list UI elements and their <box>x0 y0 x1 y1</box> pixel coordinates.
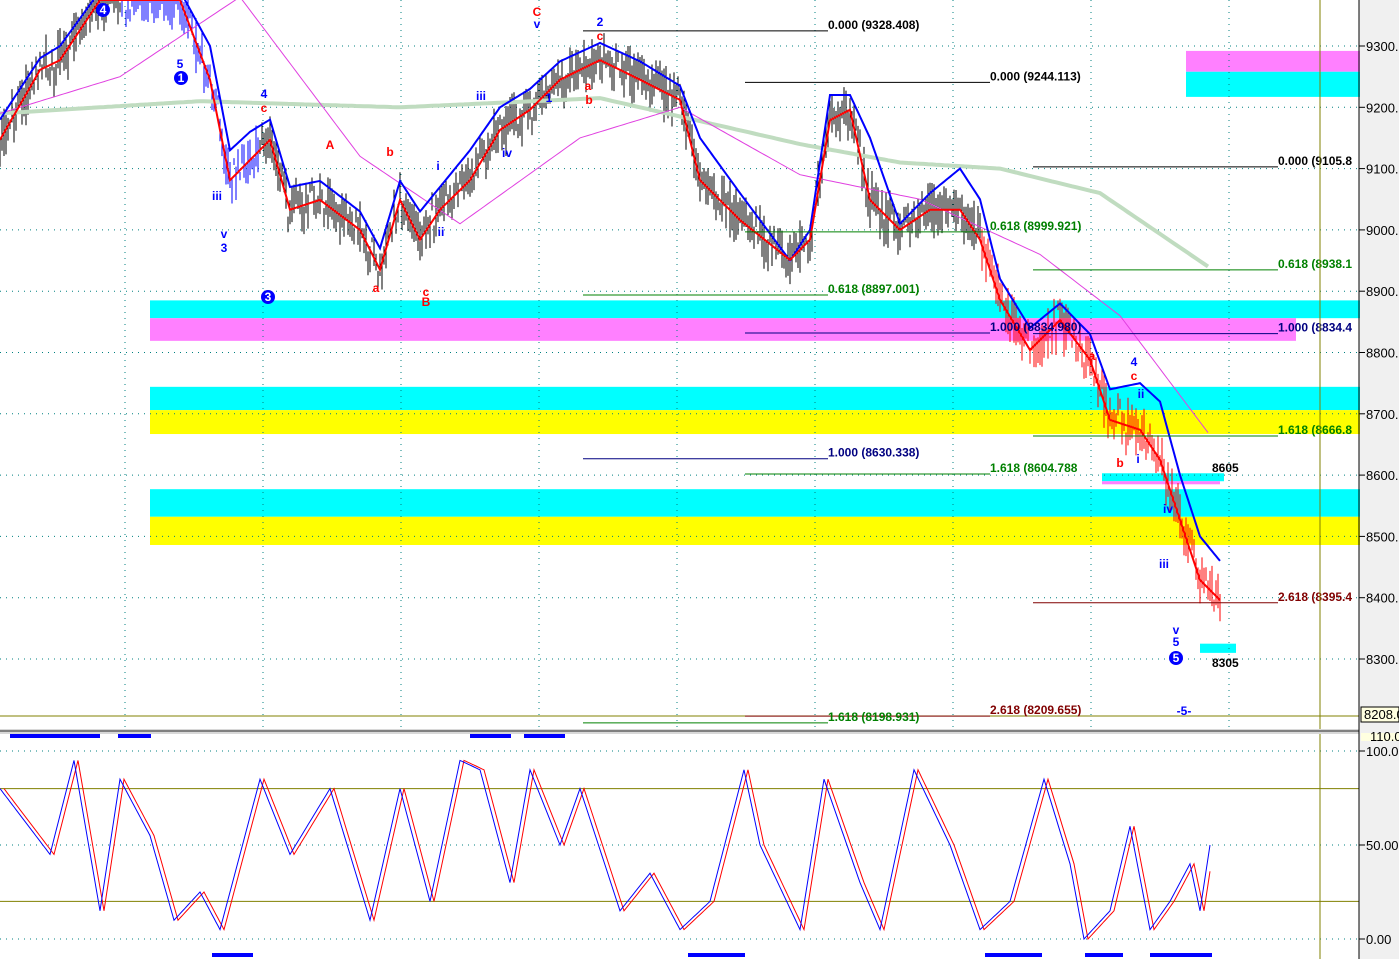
grid-layer <box>0 0 1359 727</box>
wave-label: c <box>261 101 268 115</box>
price-tick-label: 8400. <box>1366 591 1399 606</box>
wave-label: b <box>386 145 393 159</box>
wave-label: v <box>534 17 541 31</box>
wave-label: b <box>1116 456 1123 470</box>
wave-label: 4 <box>261 87 268 101</box>
zone-pink <box>1102 481 1220 485</box>
wave-label: 1 <box>178 71 185 85</box>
fib-label: 1.618 (8666.8 <box>1278 423 1352 437</box>
wave-label: v <box>221 227 228 241</box>
price-tick-label: 8500. <box>1366 529 1399 544</box>
price-tick-label: 8900. <box>1366 284 1399 299</box>
price-tick-label: 8300. <box>1366 652 1399 667</box>
wave-label: 5 <box>1173 651 1180 665</box>
wave-label: A <box>326 138 335 152</box>
price-chart[interactable]: 0.000 (9328.408) 0.000 (9244.113) 0.000 (9… <box>0 0 1399 959</box>
zone-cyan <box>150 300 1360 319</box>
wave-label: 4 <box>1131 355 1138 369</box>
oscillator-tick-label: 0.00 <box>1366 932 1391 947</box>
fib-label: 1.618 (8198.931) <box>828 710 919 724</box>
zone-cyan <box>150 386 1360 411</box>
oscillator-top-label: 110.0 <box>1370 729 1399 744</box>
fib-label: 2.618 (8395.4 <box>1278 590 1352 604</box>
wave-label: B <box>422 295 431 309</box>
wave-label: ii <box>438 225 445 239</box>
wave-label: iii <box>476 89 486 103</box>
oscillator-tick-label: 50.00 <box>1366 838 1399 853</box>
wave-label: a <box>585 79 592 93</box>
wave-label: a <box>373 281 380 295</box>
wave-label: -5- <box>1177 704 1192 718</box>
fib-layer: 0.000 (9328.408) 0.000 (9244.113) 0.000 (9… <box>583 18 1352 724</box>
zone-cyan <box>1102 473 1224 482</box>
zone-yellow <box>150 410 1360 435</box>
price-tick-label: 9300. <box>1366 39 1399 54</box>
fib-label: 1.000 (8630.338) <box>828 446 919 460</box>
fib-label: 0.618 (8897.001) <box>828 282 919 296</box>
fib-label: 0.000 (9328.408) <box>828 18 919 32</box>
zone-cyan <box>1186 71 1360 97</box>
wave-label: 5 <box>177 57 184 71</box>
price-mark-label: 8605 <box>1212 461 1239 475</box>
wave-label: c <box>1131 369 1138 383</box>
oscillator-pane[interactable] <box>0 734 1359 957</box>
oscillator-signal-line <box>3 759 1211 941</box>
wave-label: i <box>436 159 439 173</box>
wave-label: iv <box>1163 502 1173 516</box>
wave-label: 4 <box>100 3 107 17</box>
price-tick-label: 8600. <box>1366 468 1399 483</box>
fib-label: 2.618 (8209.655) <box>990 703 1081 717</box>
price-tick-label: 9100. <box>1366 162 1399 177</box>
wave-label: ii <box>1138 387 1145 401</box>
wave-label-layer: 41355iiiv34cA ba cBiiiiiiivCv1acb2a 4cb iiii… <box>96 3 1191 718</box>
price-tick-label: 9000. <box>1366 223 1399 238</box>
fib-label: 1.000 (8834.980) <box>990 320 1081 334</box>
wave-label: i <box>1136 452 1139 466</box>
fib-label: 0.618 (8999.921) <box>990 219 1081 233</box>
fib-label: 0.000 (9244.113) <box>990 69 1081 83</box>
wave-label: c <box>597 29 604 43</box>
zone-pink <box>1186 50 1360 72</box>
fib-label: 0.618 (8938.1 <box>1278 257 1352 271</box>
price-tick-label: 8700. <box>1366 407 1399 422</box>
fib-label: 0.000 (9105.8 <box>1278 154 1352 168</box>
wave-label: iii <box>212 189 222 203</box>
oscillator-tick-label: 100.0 <box>1366 744 1399 759</box>
wave-label: 1 <box>546 91 553 105</box>
price-mark-label: 8305 <box>1212 656 1239 670</box>
wave-label: a <box>1089 349 1096 363</box>
price-tick-label: 9200. <box>1366 100 1399 115</box>
last-price-label: 8208.0 <box>1364 707 1399 722</box>
wave-label: iii <box>1159 557 1169 571</box>
wave-label: 3 <box>265 290 272 304</box>
fib-label: 1.000 (8834.4 <box>1278 321 1352 335</box>
wave-label: 2 <box>597 15 604 29</box>
wave-label: 5 <box>1173 635 1180 649</box>
price-tick-label: 8800. <box>1366 346 1399 361</box>
wave-label: b <box>585 93 592 107</box>
wave-label: 3 <box>221 241 228 255</box>
fib-label: 1.618 (8604.788 <box>990 461 1078 475</box>
zone-cyan <box>1200 643 1236 653</box>
long-moving-average <box>0 96 1210 269</box>
wave-label: iv <box>502 146 512 160</box>
